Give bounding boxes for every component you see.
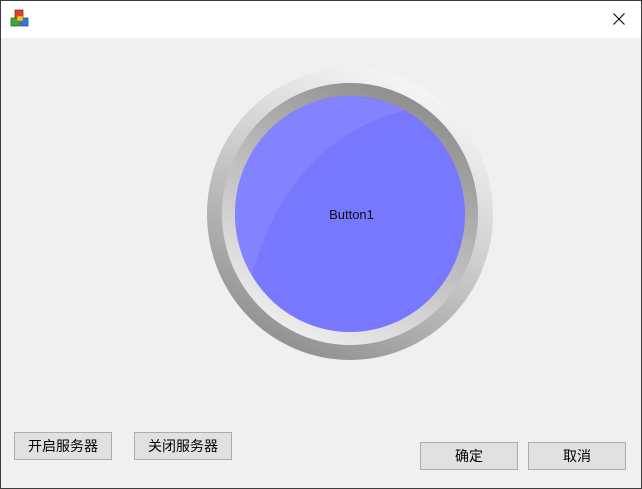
stop-server-button[interactable]: 关闭服务器 [134, 432, 232, 460]
windows-app-icon [10, 9, 30, 29]
title-bar [1, 1, 641, 38]
close-icon [613, 10, 625, 29]
cancel-button[interactable]: 取消 [528, 442, 626, 470]
client-area: Button1 开启服务器 关闭服务器 确定 取消 [1, 38, 641, 488]
start-server-button[interactable]: 开启服务器 [14, 432, 112, 460]
round-button[interactable]: Button1 [205, 66, 495, 362]
close-button[interactable] [597, 1, 641, 38]
app-window: Button1 开启服务器 关闭服务器 确定 取消 [0, 0, 642, 489]
ok-button[interactable]: 确定 [420, 442, 518, 470]
